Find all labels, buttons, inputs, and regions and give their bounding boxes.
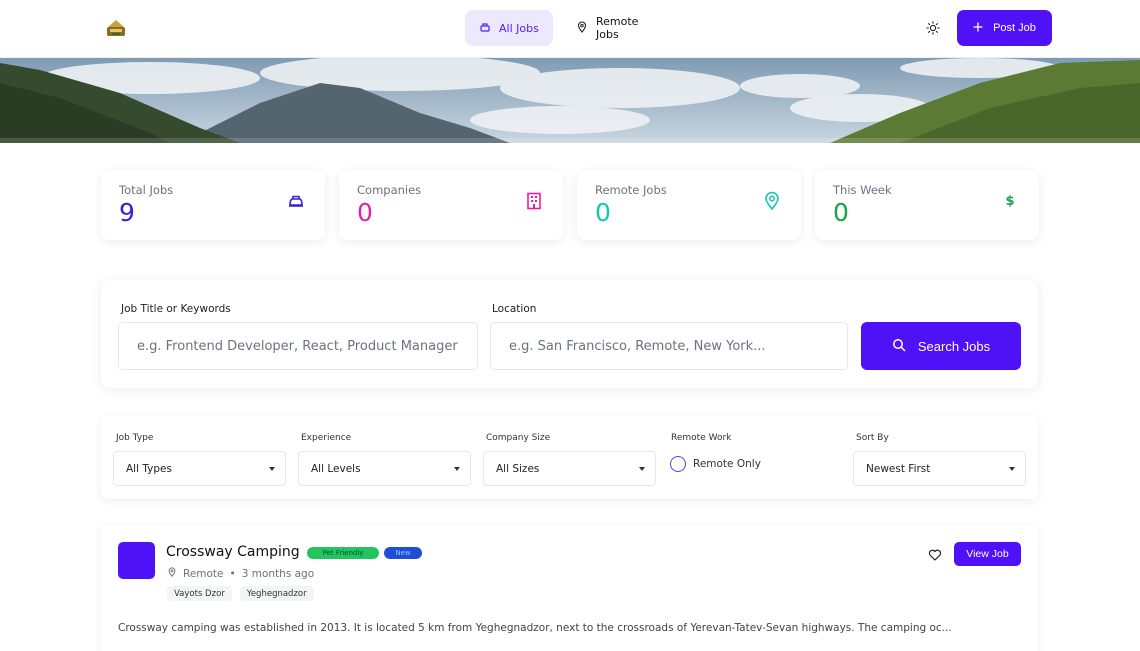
job-title[interactable]: Crossway Camping — [166, 544, 300, 560]
stat-value: 0 — [357, 198, 373, 227]
map-pin-icon — [576, 20, 588, 36]
save-job-heart-icon[interactable] — [928, 547, 944, 563]
company-size-label: Company Size — [486, 433, 551, 443]
job-type-label: Job Type — [116, 433, 154, 443]
briefcase-icon — [479, 21, 491, 36]
post-job-label: Post Job — [993, 22, 1036, 34]
company-size-value: All Sizes — [496, 462, 540, 475]
nav-all-jobs-label: All Jobs — [499, 21, 539, 35]
stat-value: 9 — [119, 198, 135, 227]
sort-by-label: Sort By — [856, 433, 889, 443]
job-tag: Yeghegnadzor — [239, 586, 314, 601]
job-search-panel: Job Title or Keywords Location Search Jo… — [101, 280, 1038, 388]
stat-card-this-week: This Week 0 $ — [815, 170, 1039, 240]
job-badge-pet-friendly: Pet Friendly — [307, 547, 379, 559]
sun-icon — [926, 20, 940, 39]
experience-label: Experience — [301, 433, 352, 443]
location-input[interactable] — [490, 322, 848, 370]
location-label: Location — [492, 303, 537, 315]
chevron-down-icon — [454, 466, 460, 471]
chevron-down-icon — [1009, 466, 1015, 471]
plus-icon — [973, 21, 983, 35]
map-pin-icon — [167, 567, 177, 580]
keywords-input[interactable] — [118, 322, 478, 370]
site-logo[interactable] — [105, 17, 127, 39]
remote-only-label: Remote Only — [693, 458, 761, 470]
job-tags: Vayots Dzor Yeghegnadzor — [167, 586, 314, 601]
job-location: Remote — [183, 567, 224, 580]
experience-select[interactable]: All Levels — [298, 451, 471, 486]
stat-label: Total Jobs — [119, 183, 174, 197]
keywords-label: Job Title or Keywords — [121, 303, 231, 315]
stat-value: 0 — [833, 198, 849, 227]
remote-work-label: Remote Work — [671, 433, 732, 443]
job-posted-time: 3 months ago — [241, 567, 315, 580]
sort-by-value: Newest First — [866, 462, 931, 475]
stat-card-remote-jobs: Remote Jobs 0 — [577, 170, 801, 240]
view-job-button[interactable]: View Job — [954, 542, 1021, 566]
top-navigation-bar: All Jobs Remote Jobs Post Job — [0, 0, 1140, 58]
job-meta: Remote • 3 months ago — [167, 567, 314, 580]
chevron-down-icon — [269, 466, 275, 471]
nav-all-jobs[interactable]: All Jobs — [465, 10, 553, 46]
stat-card-total-jobs: Total Jobs 9 — [101, 170, 325, 240]
hero-banner-image — [0, 58, 1140, 143]
experience-value: All Levels — [311, 462, 361, 475]
job-badge-new: New — [384, 547, 422, 559]
job-description: Crossway camping was established in 2013… — [118, 622, 952, 634]
job-tag: Vayots Dzor — [167, 586, 232, 601]
stat-label: This Week — [833, 183, 892, 197]
sort-by-select[interactable]: Newest First — [853, 451, 1026, 486]
filters-panel: Job Type All Types Experience All Levels… — [101, 416, 1038, 499]
search-icon — [892, 338, 906, 355]
stat-label: Companies — [357, 183, 422, 197]
stat-value: 0 — [595, 198, 611, 227]
search-jobs-label: Search Jobs — [917, 338, 991, 354]
building-icon — [523, 190, 545, 212]
post-job-button[interactable]: Post Job — [957, 10, 1052, 46]
dollar-icon: $ — [1005, 193, 1015, 209]
stat-label: Remote Jobs — [595, 183, 667, 197]
chevron-down-icon — [639, 466, 645, 471]
nav-remote-jobs[interactable]: Remote Jobs — [562, 10, 670, 46]
meta-separator: • — [229, 567, 236, 580]
remote-only-checkbox[interactable] — [670, 456, 686, 472]
nav-remote-jobs-label: Remote Jobs — [596, 15, 639, 41]
job-card[interactable]: Crossway Camping Pet Friendly New Remote… — [101, 525, 1038, 651]
briefcase-icon — [285, 190, 307, 212]
theme-toggle[interactable] — [922, 18, 944, 40]
job-type-value: All Types — [126, 462, 172, 475]
company-logo — [118, 542, 155, 579]
job-type-select[interactable]: All Types — [113, 451, 286, 486]
remote-only-option[interactable]: Remote Only — [670, 456, 761, 472]
company-size-select[interactable]: All Sizes — [483, 451, 656, 486]
map-pin-icon — [761, 190, 783, 212]
search-jobs-button[interactable]: Search Jobs — [861, 322, 1021, 370]
stat-card-companies: Companies 0 — [339, 170, 563, 240]
